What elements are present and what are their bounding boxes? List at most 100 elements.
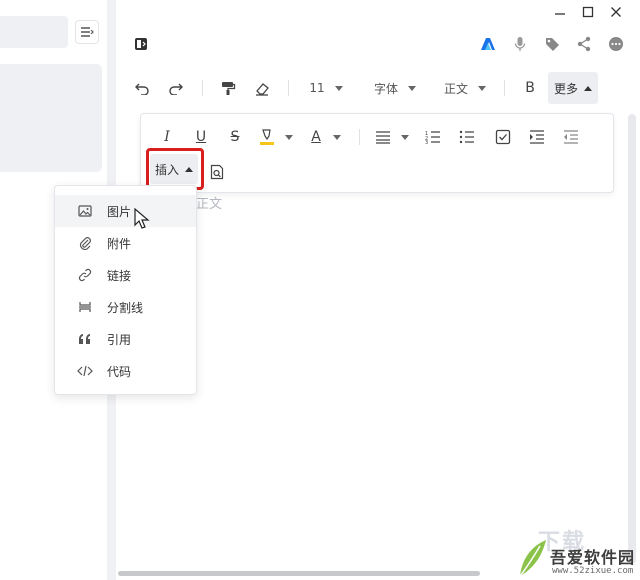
menu-item-divider[interactable]: 分割线 (55, 291, 196, 323)
checkbox-icon (495, 129, 511, 145)
quote-icon (77, 331, 93, 347)
watermark-title: 吾爱软件园 (550, 548, 636, 567)
menu-item-label: 分割线 (107, 300, 144, 315)
search-document-icon (210, 164, 224, 180)
chevron-down-icon (285, 134, 293, 140)
horizontal-scrollbar[interactable] (118, 571, 480, 576)
window-maximize-button[interactable] (576, 2, 600, 22)
voice-input-button[interactable] (509, 34, 531, 54)
watermark-leaf-icon (519, 540, 546, 577)
font-family-value: 字体 (373, 81, 398, 96)
list-menu-button[interactable] (75, 20, 99, 44)
strikethrough-label: S (230, 129, 240, 145)
window-minimize-button[interactable] (548, 2, 572, 22)
paragraph-style-select[interactable]: 正文 (436, 72, 494, 104)
share-icon (577, 36, 591, 52)
numbered-list-icon: 123 (425, 131, 440, 144)
more-label: 更多 (553, 81, 578, 96)
sidebar-toggle-button[interactable] (130, 34, 152, 54)
vertical-scrollbar[interactable] (628, 114, 636, 564)
maximize-icon (582, 6, 594, 18)
minimize-icon (555, 13, 565, 15)
outdent-button[interactable] (559, 125, 583, 149)
list-menu-icon (81, 27, 94, 37)
menu-item-quote[interactable]: 引用 (55, 323, 196, 355)
editor-toolbar: 11 字体 正文 B 更多 (124, 72, 636, 104)
image-icon (77, 203, 93, 219)
menu-item-label: 代码 (107, 364, 132, 379)
underline-button[interactable]: U (189, 125, 213, 149)
link-icon (77, 267, 93, 283)
indent-button[interactable] (525, 125, 549, 149)
mouse-pointer-icon (134, 208, 150, 229)
toolbar-separator (359, 129, 360, 145)
editor-body-placeholder[interactable]: 正文 (196, 193, 222, 212)
chevron-down-icon (334, 85, 343, 91)
menu-item-label: 图片 (107, 204, 132, 219)
app-logo-icon (481, 38, 495, 50)
outdent-icon (564, 130, 578, 144)
menu-item-link[interactable]: 链接 (55, 259, 196, 291)
paragraph-style-value: 正文 (443, 81, 468, 96)
font-color-label: A (311, 129, 321, 145)
tag-button[interactable] (541, 34, 563, 54)
bullet-list-button[interactable] (455, 125, 479, 149)
chevron-down-icon (401, 134, 409, 140)
eraser-icon (256, 83, 269, 96)
watermark-url: www.52zixue.com (552, 566, 634, 576)
window-close-button[interactable] (604, 2, 628, 22)
chevron-down-icon (408, 85, 416, 91)
numbered-list-button[interactable]: 123 (421, 125, 445, 149)
bullet-list-icon (459, 130, 474, 144)
share-button[interactable] (573, 34, 595, 54)
format-painter-button[interactable] (216, 72, 240, 104)
microphone-icon (514, 37, 526, 51)
font-size-value: 11 (309, 81, 325, 95)
strikethrough-button[interactable]: S (223, 125, 247, 149)
code-icon (77, 363, 93, 379)
note-search-input[interactable] (0, 16, 68, 48)
menu-item-label: 附件 (107, 236, 132, 251)
paperclip-icon (77, 235, 93, 251)
italic-label: I (164, 129, 170, 145)
divider-icon (77, 299, 93, 315)
chevron-down-icon (332, 134, 341, 140)
bold-label: B (525, 80, 535, 96)
find-in-note-button[interactable] (205, 160, 229, 184)
undo-button[interactable] (130, 72, 154, 104)
tag-icon (546, 38, 559, 51)
clear-format-button[interactable] (250, 72, 274, 104)
highlight-annotation-box (146, 148, 204, 190)
more-options-button[interactable] (605, 34, 627, 54)
checklist-button[interactable] (491, 125, 515, 149)
font-size-select[interactable]: 11 (302, 72, 350, 104)
font-family-select[interactable]: 字体 (364, 72, 426, 104)
toolbar-separator (504, 80, 505, 96)
close-icon (611, 7, 621, 17)
more-formatting-button[interactable]: 更多 (548, 72, 598, 104)
underline-label: U (195, 129, 207, 145)
highlight-color-button[interactable] (255, 125, 297, 149)
app-window: 11 字体 正文 B 更多 I U S A 1 2 3 插入 正文 图片 附件 … (0, 0, 640, 580)
svg-text:3: 3 (425, 140, 428, 144)
align-button[interactable] (371, 125, 413, 149)
italic-button[interactable]: I (155, 125, 179, 149)
app-logo-button[interactable] (477, 34, 499, 54)
note-list-item[interactable] (0, 64, 102, 172)
menu-item-image[interactable]: 图片 (55, 195, 196, 227)
menu-item-attachment[interactable]: 附件 (55, 227, 196, 259)
more-circle-icon (609, 37, 623, 51)
toolbar-separator (288, 80, 289, 96)
indent-icon (530, 130, 544, 144)
insert-dropdown-menu: 图片 附件 链接 分割线 引用 代码 (54, 185, 197, 395)
align-justify-icon (376, 131, 390, 144)
chevron-down-icon (478, 85, 486, 91)
toolbar-separator (202, 80, 203, 96)
redo-button[interactable] (164, 72, 188, 104)
bold-button[interactable]: B (518, 72, 542, 104)
font-color-button[interactable]: A (305, 125, 347, 149)
menu-item-code[interactable]: 代码 (55, 355, 196, 387)
chevron-up-icon (584, 85, 592, 91)
undo-icon (135, 83, 149, 95)
redo-icon (169, 83, 183, 95)
